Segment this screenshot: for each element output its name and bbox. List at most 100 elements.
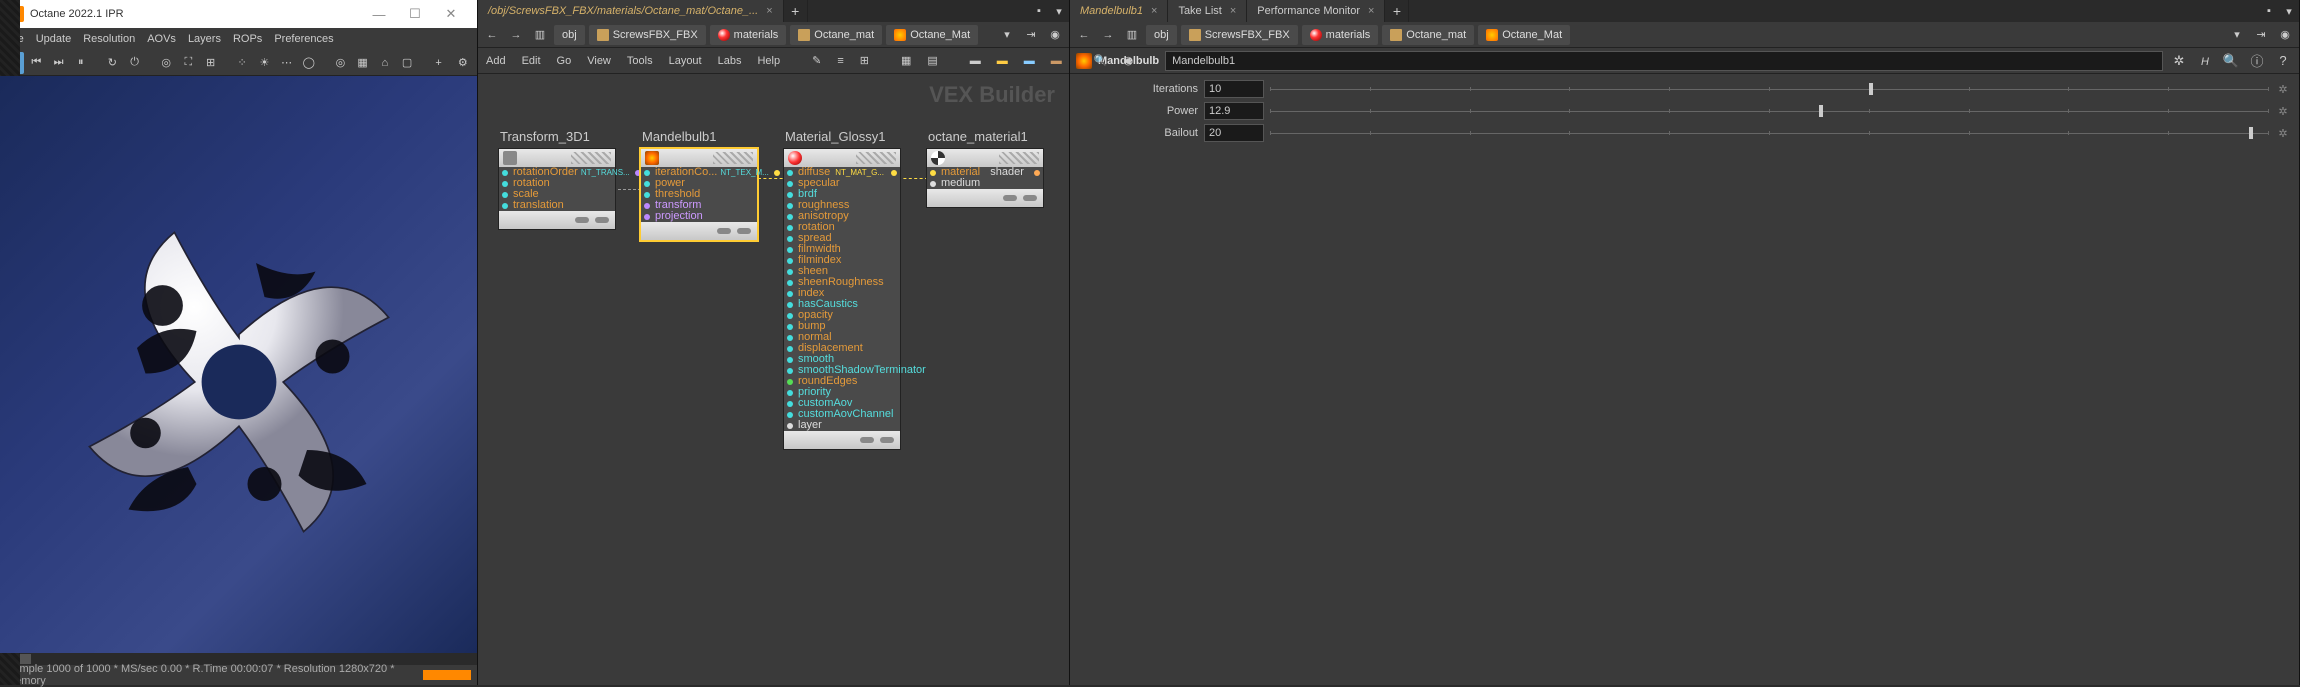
nav-hier-icon[interactable]: ▥ xyxy=(530,25,550,45)
grid-icon[interactable]: ▦ xyxy=(353,52,373,74)
pane-max-icon[interactable]: ▾ xyxy=(1049,5,1069,18)
param-slider[interactable] xyxy=(1270,82,2269,96)
gears-icon[interactable]: ⚙ xyxy=(453,52,473,74)
focus-icon[interactable]: ⁘ xyxy=(232,52,252,74)
nav-hier-icon[interactable]: ▥ xyxy=(1122,25,1142,45)
node-octane-material[interactable]: octane_material1 materialshadermedium xyxy=(926,129,1044,208)
pin-icon[interactable]: ⇥ xyxy=(2251,25,2271,45)
expand-icon[interactable]: ⛶ xyxy=(178,52,198,74)
menu-go[interactable]: Go xyxy=(557,55,572,67)
param-value-input[interactable] xyxy=(1204,80,1264,98)
crumb-obj[interactable]: obj xyxy=(554,25,585,45)
node-param[interactable]: medium xyxy=(927,178,1043,189)
pane-menu-icon[interactable]: ▪ xyxy=(1029,5,1049,17)
tab-add-button[interactable]: + xyxy=(1385,0,1409,22)
ring-icon[interactable]: ◎ xyxy=(330,52,350,74)
grid-view-icon[interactable]: ▦ xyxy=(901,54,911,67)
render-viewport[interactable] xyxy=(0,76,477,653)
path-drop-icon[interactable]: ▾ xyxy=(2227,25,2247,45)
crumb-obj[interactable]: obj xyxy=(1146,25,1177,45)
box2-icon[interactable]: ▬ xyxy=(1051,55,1062,67)
menu-layers[interactable]: Layers xyxy=(188,33,221,45)
path-drop-icon[interactable]: ▾ xyxy=(997,25,1017,45)
crumb-materials[interactable]: materials xyxy=(1302,25,1379,45)
pause-icon[interactable]: ⏸ xyxy=(71,52,91,74)
power-icon[interactable]: ⏻ xyxy=(124,52,144,74)
nav-fwd-icon[interactable]: → xyxy=(1098,25,1118,45)
capture-icon[interactable]: ◉ xyxy=(2275,25,2295,45)
node-param[interactable]: translation xyxy=(499,200,615,211)
crumb-octane-mat2[interactable]: Octane_Mat xyxy=(886,25,978,45)
add-icon[interactable]: ⊞ xyxy=(200,52,220,74)
tab-mandelbulb[interactable]: Mandelbulb1× xyxy=(1070,0,1168,22)
node-mandelbulb[interactable]: Mandelbulb1 iterationCo...NT_TEX_M...pow… xyxy=(640,129,758,241)
target-icon[interactable]: ◎ xyxy=(156,52,176,74)
list-icon[interactable]: ≡ xyxy=(837,55,843,67)
crumb-octane-mat[interactable]: Octane_mat xyxy=(1382,25,1474,45)
filter-icon[interactable]: 🔍 xyxy=(2221,53,2241,69)
refresh-icon[interactable]: ↻ xyxy=(102,52,122,74)
node-material-glossy[interactable]: Material_Glossy1 diffuseNT_MAT_G...specu… xyxy=(783,129,901,450)
param-gear-icon[interactable]: ✲ xyxy=(2275,127,2291,140)
menu-rops[interactable]: ROPs xyxy=(233,33,262,45)
menu-layout[interactable]: Layout xyxy=(669,55,702,67)
tab-close-icon[interactable]: × xyxy=(1151,5,1157,17)
sun-icon[interactable]: ☀ xyxy=(254,52,274,74)
node-name-input[interactable] xyxy=(1165,51,2163,71)
crumb-octane-mat2[interactable]: Octane_Mat xyxy=(1478,25,1570,45)
param-slider[interactable] xyxy=(1270,126,2269,140)
menu-resolution[interactable]: Resolution xyxy=(83,33,135,45)
menu-add[interactable]: Add xyxy=(486,55,506,67)
wand-icon[interactable]: ✎ xyxy=(812,54,821,67)
menu-help[interactable]: Help xyxy=(757,55,780,67)
help-icon[interactable]: ? xyxy=(2273,53,2293,68)
circle-icon[interactable]: ◯ xyxy=(299,52,319,74)
tab-close-icon[interactable]: × xyxy=(1230,5,1236,17)
tab-close-icon[interactable]: × xyxy=(766,5,772,17)
flag2-icon[interactable]: ▬ xyxy=(1024,55,1035,67)
maximize-button[interactable]: ☐ xyxy=(397,6,433,22)
menu-tools[interactable]: Tools xyxy=(627,55,653,67)
param-slider[interactable] xyxy=(1270,104,2269,118)
search-icon[interactable]: 🔍 xyxy=(1094,54,1108,67)
param-value-input[interactable] xyxy=(1204,102,1264,120)
flag1-icon[interactable]: ▬ xyxy=(970,55,981,67)
menu-labs[interactable]: Labs xyxy=(718,55,742,67)
box-icon[interactable]: ▢ xyxy=(397,52,417,74)
tree-icon[interactable]: ⊞ xyxy=(860,54,869,67)
nav-back-icon[interactable]: ← xyxy=(1074,25,1094,45)
menu-edit[interactable]: Edit xyxy=(522,55,541,67)
crumb-materials[interactable]: materials xyxy=(710,25,787,45)
close-button[interactable]: ✕ xyxy=(433,6,469,22)
menu-aovs[interactable]: AOVs xyxy=(147,33,176,45)
tab-close-icon[interactable]: × xyxy=(1368,5,1374,17)
crumb-octane-mat[interactable]: Octane_mat xyxy=(790,25,882,45)
node-canvas[interactable]: VEX Builder Transform_3D1 rotationOrderN… xyxy=(478,74,1069,685)
tab-add-button[interactable]: + xyxy=(784,0,808,22)
capture-icon[interactable]: ◉ xyxy=(1045,25,1065,45)
tab-node-editor[interactable]: /obj/ScrewsFBX_FBX/materials/Octane_mat/… xyxy=(478,0,784,22)
pin-icon[interactable]: ⇥ xyxy=(1021,25,1041,45)
node-transform3d[interactable]: Transform_3D1 rotationOrderNT_TRANS...ro… xyxy=(498,129,616,230)
param-gear-icon[interactable]: ✲ xyxy=(2275,83,2291,96)
list-view-icon[interactable]: ▤ xyxy=(927,54,937,67)
pane-max-icon[interactable]: ▾ xyxy=(2279,5,2299,18)
note-icon[interactable]: ▬ xyxy=(997,55,1008,67)
node-param[interactable]: layer xyxy=(784,420,900,431)
plus-icon[interactable]: + xyxy=(429,52,449,74)
skip-fwd-icon[interactable]: ⏭ xyxy=(48,52,68,74)
tab-perfmon[interactable]: Performance Monitor× xyxy=(1247,0,1385,22)
crumb-screwsfbx[interactable]: ScrewsFBX_FBX xyxy=(1181,25,1298,45)
menu-update[interactable]: Update xyxy=(36,33,71,45)
nav-back-icon[interactable]: ← xyxy=(482,25,502,45)
home-icon[interactable]: ⌂ xyxy=(375,52,395,74)
param-value-input[interactable] xyxy=(1204,124,1264,142)
gear-icon[interactable]: ✲ xyxy=(2169,53,2189,69)
node-param[interactable]: projection xyxy=(641,211,757,222)
crumb-screwsfbx[interactable]: ScrewsFBX_FBX xyxy=(589,25,706,45)
more-icon[interactable]: ⋯ xyxy=(276,52,296,74)
param-gear-icon[interactable]: ✲ xyxy=(2275,105,2291,118)
menu-preferences[interactable]: Preferences xyxy=(274,33,333,45)
info-icon[interactable]: ⓘ xyxy=(2247,51,2267,70)
pane-menu-icon[interactable]: ▪ xyxy=(2259,5,2279,17)
